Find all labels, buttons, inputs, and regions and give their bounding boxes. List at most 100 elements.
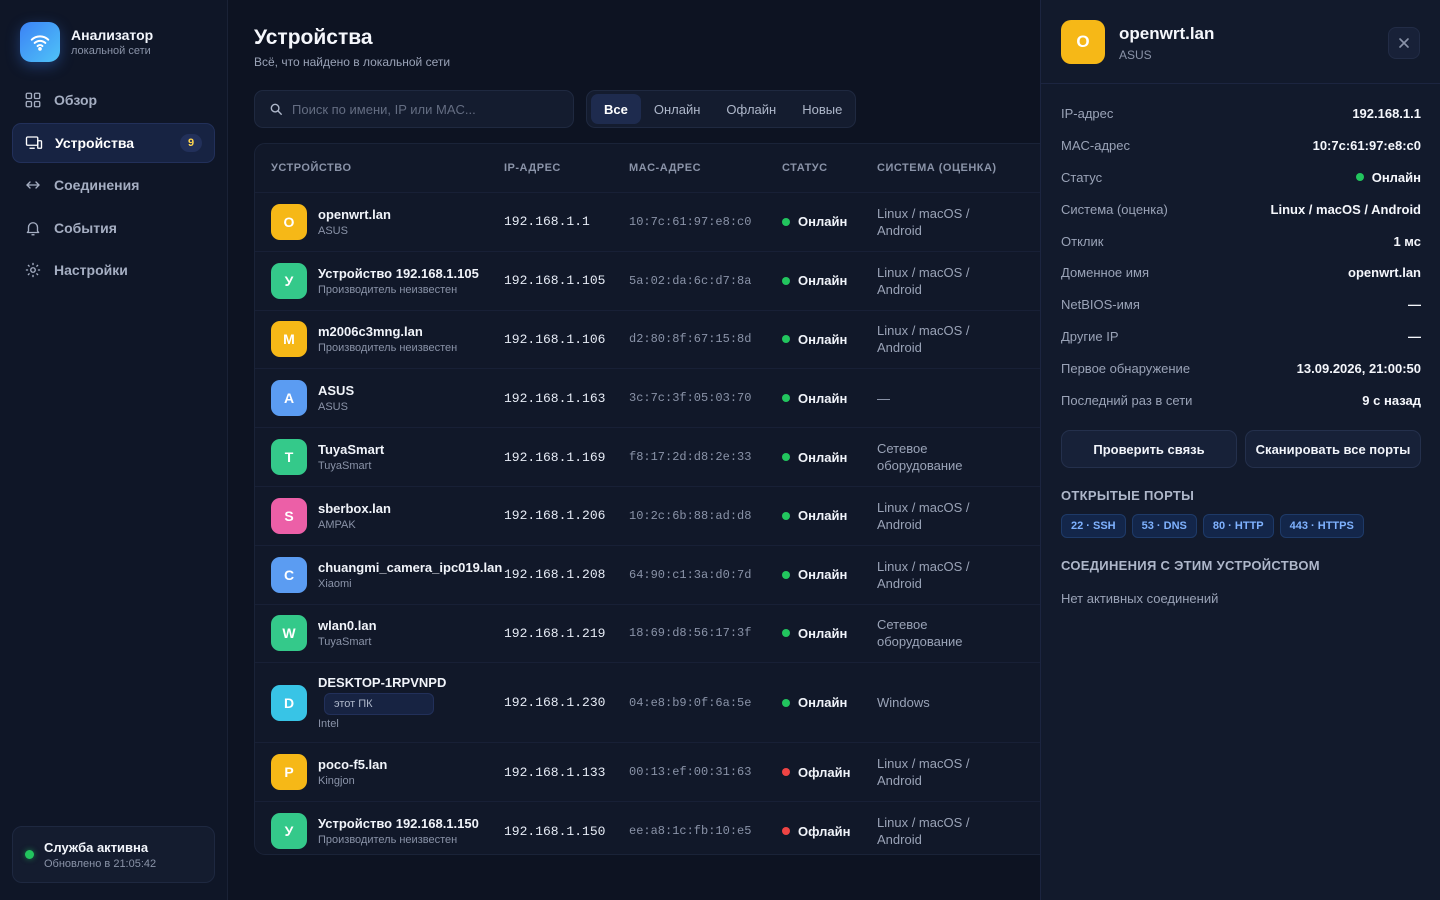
property-value: 9 с назад (1362, 393, 1421, 408)
device-ip: 192.168.1.169 (504, 449, 606, 465)
ping-button[interactable]: Проверить связь (1061, 430, 1237, 468)
search-box[interactable] (254, 90, 574, 128)
property-value-text: — (1408, 328, 1421, 344)
device-vendor: TuyaSmart (318, 636, 372, 649)
device-vendor: Intel (318, 718, 339, 731)
property-label: Последний раз в сети (1061, 392, 1193, 408)
main-content: Устройства Всё, что найдено в локальной … (228, 0, 1040, 900)
table-row[interactable]: Ppoco-f5.lan Kingjon 192.168.1.133 00:13:ef… (255, 742, 1040, 801)
port-chip[interactable]: 443 · HTTPS (1279, 514, 1364, 538)
sidebar-item-label: Соединения (54, 177, 140, 193)
device-ip: 192.168.1.106 (504, 331, 606, 347)
device-name: m2006c3mng.lan (318, 324, 423, 340)
connections-empty: Нет активных соединений (1061, 591, 1219, 606)
status-dot (782, 768, 790, 777)
device-mac: 64:90:c1:3a:d0:7d (629, 567, 752, 582)
device-avatar: O (271, 203, 307, 240)
scan-ports-button[interactable]: Сканировать все порты (1245, 430, 1421, 468)
filter-offline[interactable]: Офлайн (713, 94, 789, 124)
table-row[interactable]: Mm2006c3mng.lan Производитель неизвестен 1… (255, 309, 1040, 369)
device-ip: 192.168.1.1 (504, 214, 590, 230)
table-row[interactable]: A ASUS ASUS 192.168.1.163 3c:7c:3f:05:03:70 О… (255, 368, 1040, 427)
device-ip: 192.168.1.208 (504, 567, 606, 583)
service-updated: Обновлено в 21:05:42 (44, 857, 157, 870)
device-mac: f8:17:2d:d8:2e:33 (629, 450, 752, 465)
status-badge: Онлайн (782, 450, 877, 465)
property-label: IP-адрес (1061, 106, 1114, 122)
property-value-text: Онлайн (1371, 169, 1421, 185)
port-chip[interactable]: 80 · HTTP (1202, 514, 1274, 538)
device-avatar: O (1061, 20, 1105, 64)
status-badge: Онлайн (782, 567, 877, 582)
header-status[interactable]: СТАТУС (782, 162, 877, 174)
table-row[interactable]: У Устройство 192.168.1.105 Производитель н… (255, 250, 1040, 310)
sidebar-item-label: События (54, 219, 117, 236)
header-ip[interactable]: IP-АДРЕС (504, 162, 629, 174)
sidebar-item-events[interactable]: События (12, 208, 215, 248)
search-input[interactable] (292, 101, 552, 117)
close-icon (1399, 38, 1409, 48)
close-button[interactable] (1388, 27, 1420, 59)
table-row[interactable]: Oopenwrt.lan ASUS 192.168.1.1 10:7c:61:97:e… (255, 192, 1040, 251)
panel-actions: Проверить связь Сканировать все порты (1061, 430, 1421, 468)
port-chip[interactable]: 53 · DNS (1131, 514, 1197, 538)
device-mac: d2:80:8f:67:15:8d (629, 332, 752, 347)
status-label: Офлайн (798, 764, 851, 780)
sidebar-item-label: Устройства (55, 134, 135, 151)
table-row[interactable]: Ssberbox.lan AMPAK 192.168.1.206 10:2c:6b:8… (255, 485, 1040, 545)
filter-new[interactable]: Новые (789, 94, 855, 124)
devices-icon (25, 135, 43, 149)
status-label: Онлайн (798, 508, 848, 524)
property-value: Онлайн (1355, 169, 1421, 185)
device-mac: 00:13:ef:00:31:63 (629, 765, 752, 780)
filter-all[interactable]: Все (591, 94, 641, 124)
device-ip: 192.168.1.163 (504, 390, 606, 406)
port-chip[interactable]: 22 · SSH (1061, 514, 1126, 538)
property-row: Первое обнаружение 13.09.2026, 21:00:50 (1061, 352, 1421, 384)
table-row[interactable]: Cchuangmi_camera_ipc019.lan Xiaomi 192.168… (255, 544, 1040, 604)
status-filters: Все Онлайн Офлайн Новые (586, 90, 856, 128)
header-system[interactable]: СИСТЕМА (ОЦЕНКА) (877, 162, 1040, 174)
device-system: Сетевое оборудование (877, 617, 963, 650)
property-row: IP-адрес 192.168.1.1 (1061, 98, 1421, 130)
header-device[interactable]: УСТРОЙСТВО (255, 162, 504, 174)
property-value: 13.09.2026, 21:00:50 (1297, 361, 1421, 376)
device-system: Linux / macOS / Android (877, 815, 970, 848)
device-avatar: У (271, 262, 307, 299)
status-label: Онлайн (798, 449, 848, 465)
property-value-text: Linux / macOS / Android (1270, 201, 1421, 217)
status-dot (782, 570, 790, 579)
sidebar-item-settings[interactable]: Настройки (12, 250, 215, 290)
device-vendor: ASUS (318, 224, 348, 237)
device-avatar: S (271, 497, 307, 534)
status-label: Онлайн (798, 625, 848, 641)
device-name: Устройство 192.168.1.105 (318, 265, 479, 281)
filter-online[interactable]: Онлайн (641, 94, 714, 124)
device-mac: 3c:7c:3f:05:03:70 (629, 391, 752, 406)
device-ip: 192.168.1.150 (504, 823, 606, 839)
service-status-dot (25, 850, 34, 859)
sidebar-item-devices[interactable]: Устройства 9 (12, 122, 215, 163)
device-name: wlan0.lan (318, 618, 377, 634)
table-row[interactable]: T TuyaSmart TuyaSmart 192.168.1.169 f8:17:2d… (255, 427, 1040, 486)
sidebar-item-overview[interactable]: Обзор (12, 80, 215, 120)
property-row: Другие IP — (1061, 321, 1421, 353)
table-row[interactable]: Wwlan0.lan TuyaSmart 192.168.1.219 18:69:d8… (255, 603, 1040, 663)
status-dot (1355, 173, 1364, 182)
property-value: Linux / macOS / Android (1271, 202, 1421, 217)
device-mac: 18:69:d8:56:17:3f (629, 626, 752, 641)
device-avatar: D (271, 684, 307, 721)
status-badge: Онлайн (782, 626, 877, 641)
property-row: MAC-адрес 10:7c:61:97:e8:c0 (1061, 130, 1421, 162)
device-avatar: P (271, 754, 307, 791)
device-mac: 10:7c:61:97:e8:c0 (629, 214, 752, 229)
table-row[interactable]: У Устройство 192.168.1.150 Производитель н… (255, 801, 1040, 854)
property-value-text: 1 мс (1393, 233, 1421, 249)
device-vendor: Xiaomi (318, 577, 352, 590)
status-badge: Онлайн (782, 508, 877, 523)
table-row[interactable]: D DESKTOP-1RPVNPD этот ПК Intel 192.168.1.23… (255, 662, 1040, 742)
panel-header: O openwrt.lan ASUS (1041, 0, 1440, 84)
sidebar-item-connections[interactable]: Соединения (12, 165, 215, 205)
header-mac[interactable]: MAC-АДРЕС (629, 162, 782, 174)
status-dot (782, 511, 790, 520)
